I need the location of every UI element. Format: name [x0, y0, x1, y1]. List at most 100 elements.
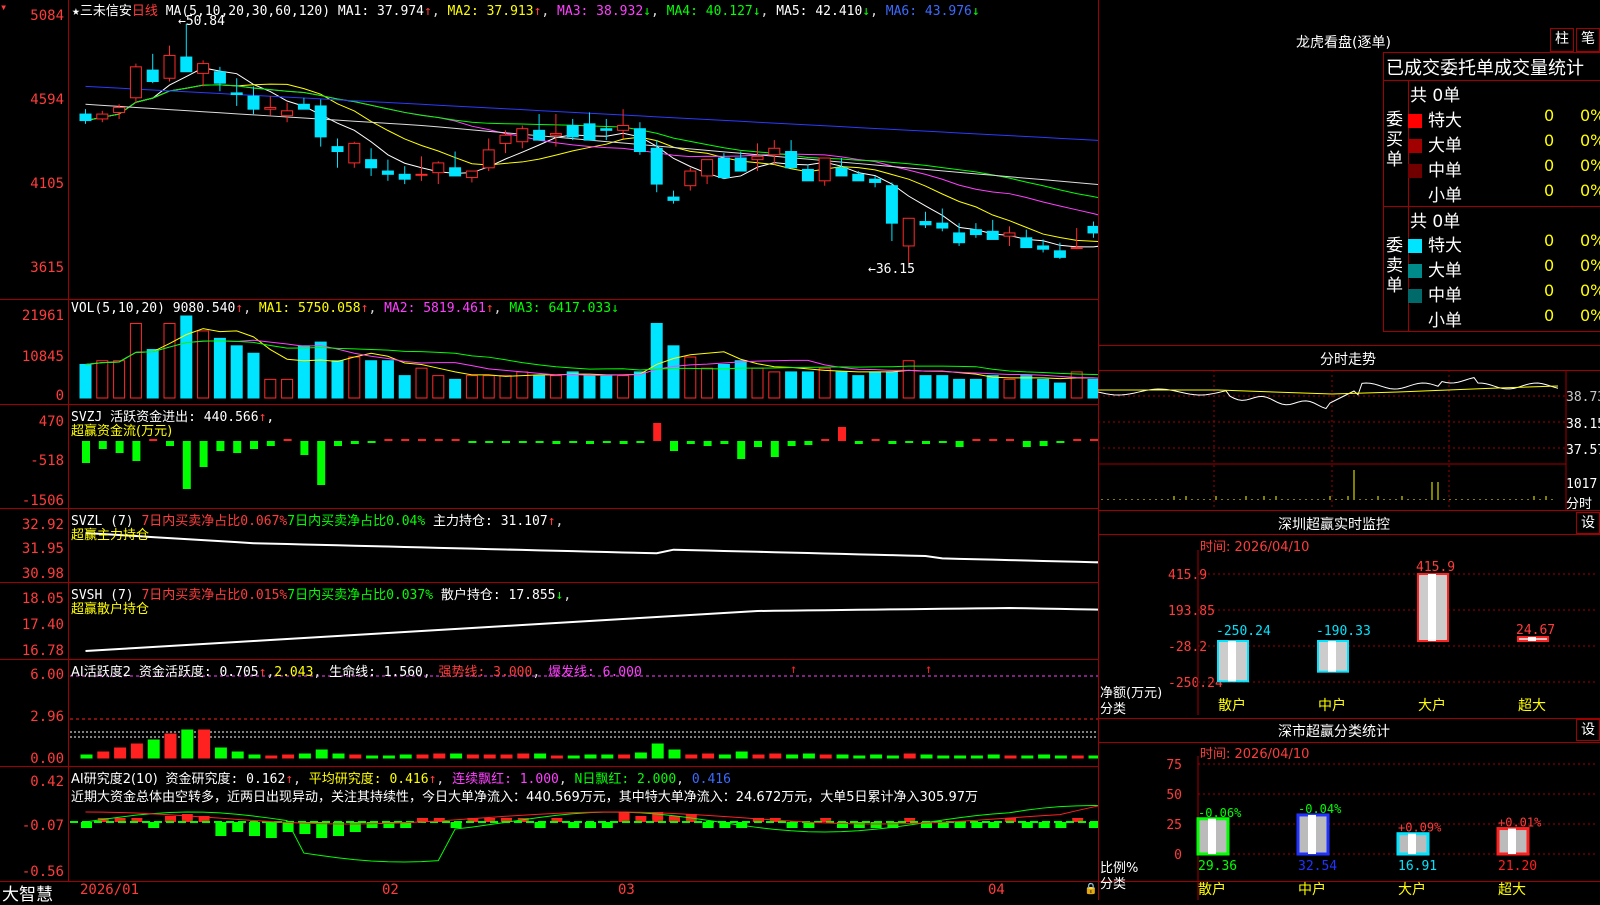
- capital-flow-bar: [233, 441, 241, 453]
- candle-body: [1004, 233, 1015, 236]
- sz-axis-label: -250.24: [1168, 676, 1223, 691]
- class-bar-highlight: [1308, 815, 1316, 854]
- volume-bar: [1054, 383, 1065, 398]
- volume-bar: [164, 323, 175, 398]
- activity-bar: [182, 730, 193, 758]
- volume-bar: [970, 379, 981, 398]
- activity-bar: [652, 744, 663, 758]
- sz-bar-highlight: [1328, 641, 1336, 672]
- sz-class-settings-button[interactable]: 设: [1576, 719, 1600, 741]
- high-mark: ←50.84: [178, 14, 225, 29]
- vol-ma2: MA2: 5819.461: [384, 301, 486, 316]
- activity-bar: [1022, 756, 1033, 758]
- volume-bar: [114, 361, 125, 398]
- candle-body: [349, 143, 360, 163]
- date-axis-3: 03: [618, 882, 635, 898]
- volume-bar: [618, 376, 629, 398]
- app-logo[interactable]: 大智慧: [2, 880, 53, 905]
- volume-bar: [954, 379, 965, 398]
- candle-body: [315, 106, 326, 137]
- date-axis-2: 02: [382, 882, 399, 898]
- buy-row-pct: 0%: [1580, 181, 1600, 200]
- capital-flow-bar: [1056, 441, 1064, 443]
- intraday-chart[interactable]: [1098, 370, 1600, 510]
- capital-flow-bar: [905, 441, 913, 443]
- volume-bar: [450, 379, 461, 398]
- volume-bar: [819, 368, 830, 398]
- volume-bar: [248, 353, 259, 398]
- capital-flow-bar: [317, 441, 325, 485]
- candle-body: [282, 111, 293, 116]
- capital-flow-bar: [200, 441, 208, 467]
- svzj-subtitle: 超赢资金流(万元): [71, 420, 172, 439]
- volume-bar: [1021, 376, 1032, 398]
- activity-bar: [787, 755, 798, 758]
- candle-body: [80, 114, 91, 121]
- candle-body: [584, 124, 595, 140]
- activity-bar: [81, 755, 92, 758]
- capital-flow-bar: [1006, 439, 1014, 441]
- vol-legend: VOL(5,10,20) 9080.540↑, MA1: 5750.058↑, …: [71, 301, 619, 316]
- sz-monitor-settings-button[interactable]: 设: [1576, 512, 1600, 534]
- volume-bar: [584, 376, 595, 398]
- candle-body: [735, 158, 746, 171]
- activity-bar: [131, 744, 142, 758]
- capital-flow-bar: [166, 441, 174, 446]
- activity-bar: [316, 750, 327, 758]
- volume-bar: [1004, 379, 1015, 398]
- volume-bar: [702, 368, 713, 398]
- capital-flow-bar: [586, 441, 594, 444]
- activity-bar: [1039, 755, 1050, 758]
- capital-flow-bar: [452, 439, 460, 441]
- activity-bar: [199, 730, 210, 758]
- activity-arrow-2: ↑: [925, 662, 932, 676]
- activity-arrow-1: ↑: [790, 662, 797, 676]
- sell-row-count: 0: [1544, 306, 1554, 325]
- candle-body: [147, 70, 158, 81]
- activity-bar: [98, 752, 109, 758]
- fenshi-axis-4: 1017: [1566, 477, 1597, 492]
- capital-flow-bar: [872, 439, 880, 441]
- candle-body: [802, 169, 813, 180]
- activity-bar: [417, 755, 428, 758]
- lock-icon[interactable]: 🔒: [1084, 882, 1098, 895]
- candle-body: [466, 171, 477, 178]
- column-view-button[interactable]: 柱: [1550, 28, 1574, 52]
- capital-flow-bar: [536, 441, 544, 443]
- sell-label: 委卖单: [1386, 236, 1406, 296]
- kline-chart[interactable]: ↑ ↑: [0, 0, 1098, 882]
- candle-body: [550, 134, 561, 136]
- capital-flow-bar: [284, 439, 292, 441]
- activity-bar: [803, 754, 814, 758]
- volume-bar: [987, 376, 998, 398]
- capital-flow-bar: [620, 441, 628, 444]
- activity-bar: [921, 755, 932, 758]
- capital-flow-bar: [1073, 439, 1081, 441]
- class-bar-highlight: [1208, 819, 1216, 854]
- candle-body: [987, 231, 998, 239]
- volume-bar: [1088, 379, 1098, 398]
- class-bar-change: -0.04%: [1298, 802, 1342, 816]
- capital-flow-bar: [435, 439, 443, 441]
- svzl-axis-3: 30.98: [2, 566, 64, 582]
- class-bar-change: -0.06%: [1198, 806, 1242, 820]
- ai1-axis-2: 2.96: [2, 709, 64, 725]
- activity-bar: [266, 756, 277, 758]
- activity-bar: [383, 756, 394, 758]
- activity-bar: [602, 755, 613, 758]
- volume-bar: [265, 379, 276, 398]
- volume-bar: [769, 372, 780, 398]
- activity-bar: [837, 755, 848, 758]
- volume-bar: [80, 364, 91, 398]
- tick-view-button[interactable]: 笔: [1576, 28, 1600, 52]
- candle-body: [1071, 248, 1082, 249]
- svzl-subtitle: 超赢主力持仓: [71, 524, 149, 543]
- capital-flow-bar: [401, 439, 409, 441]
- class-cat-label: 大户: [1398, 881, 1426, 898]
- sell-row-pct: 0%: [1580, 256, 1600, 275]
- ai2-axis-2: -0.07: [2, 818, 64, 834]
- activity-bar: [686, 755, 697, 758]
- buy-color-swatch: [1408, 139, 1422, 153]
- candle-body: [618, 125, 629, 130]
- buy-row: 特大00%: [1408, 106, 1600, 130]
